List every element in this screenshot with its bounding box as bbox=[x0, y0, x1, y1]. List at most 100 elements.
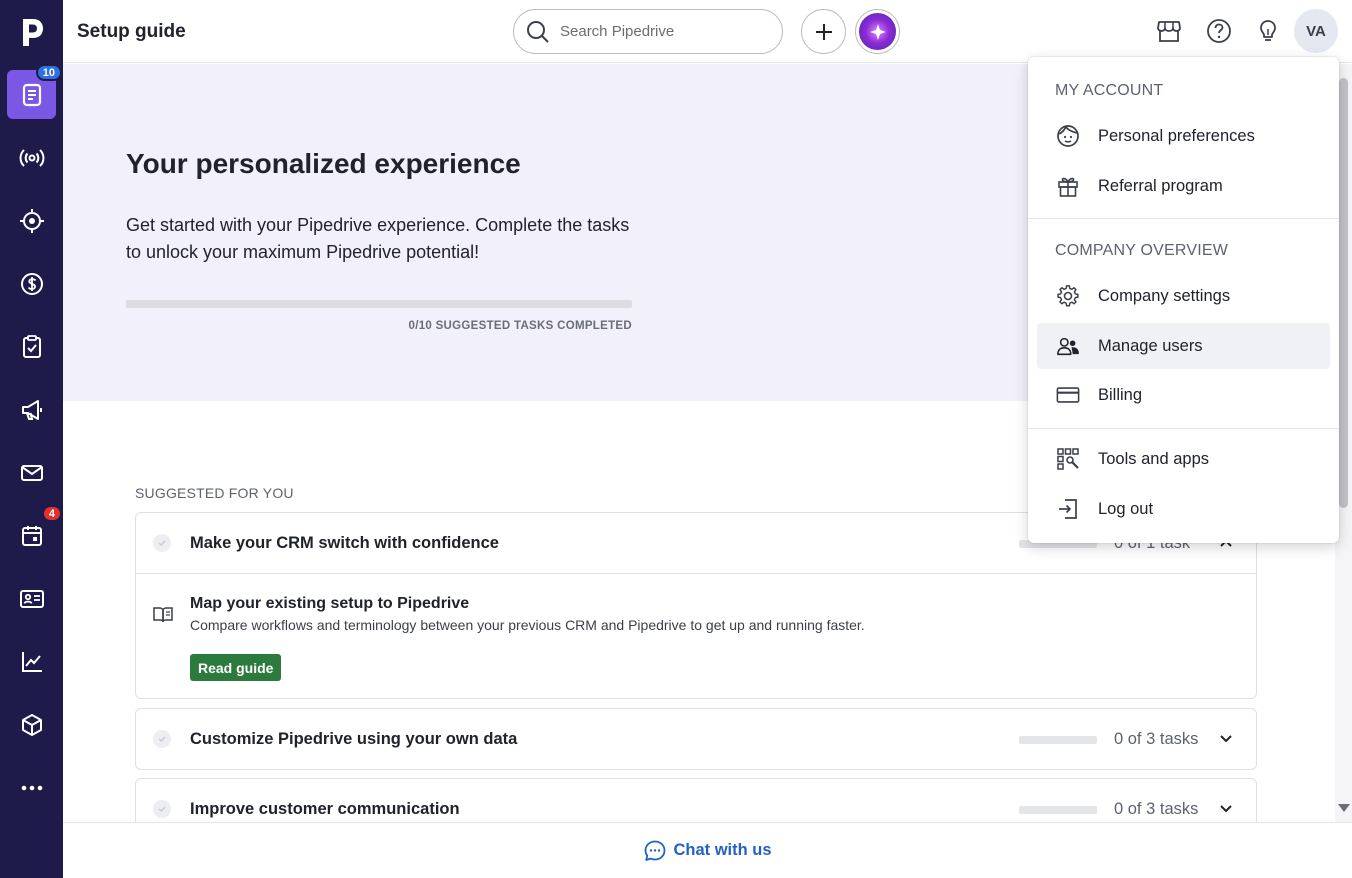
sidebar-item-campaigns[interactable] bbox=[7, 385, 56, 434]
sidebar: 10 4 bbox=[0, 0, 63, 878]
menu-item-label: Tools and apps bbox=[1098, 449, 1209, 468]
chevron-down-icon[interactable] bbox=[1218, 801, 1234, 817]
sidebar-item-leads[interactable] bbox=[7, 133, 56, 182]
user-face-icon bbox=[1056, 124, 1080, 148]
task-group-title: Customize Pipedrive using your own data bbox=[190, 729, 518, 748]
scrollbar-thumb[interactable] bbox=[1339, 78, 1348, 508]
sidebar-item-contacts[interactable] bbox=[7, 574, 56, 623]
account-dropdown-menu: MY ACCOUNT Personal preferences Referral… bbox=[1028, 57, 1339, 543]
plus-icon bbox=[815, 23, 832, 40]
read-guide-button[interactable]: Read guide bbox=[190, 654, 282, 681]
lightbulb-icon bbox=[1260, 20, 1276, 41]
menu-item-log-out[interactable]: Log out bbox=[1037, 486, 1330, 532]
users-icon bbox=[1056, 334, 1080, 358]
menu-item-label: Personal preferences bbox=[1098, 126, 1255, 145]
task-group-title: Improve customer communication bbox=[190, 799, 460, 818]
overall-progress-label: 0/10 SUGGESTED TASKS COMPLETED bbox=[408, 320, 632, 332]
sidebar-item-setup-guide[interactable]: 10 bbox=[7, 64, 62, 119]
menu-item-tools-and-apps[interactable]: Tools and apps bbox=[1037, 436, 1330, 482]
check-circle-icon bbox=[153, 800, 171, 818]
menu-item-personal-preferences[interactable]: Personal preferences bbox=[1037, 113, 1330, 159]
chat-with-us-link[interactable]: Chat with us bbox=[643, 839, 772, 863]
menu-item-label: Manage users bbox=[1098, 336, 1203, 355]
help-icon bbox=[1207, 19, 1231, 43]
mail-icon bbox=[20, 464, 43, 481]
calendar-icon bbox=[21, 525, 42, 546]
clipboard-check-icon bbox=[22, 334, 41, 358]
sidebar-item-deals[interactable] bbox=[7, 259, 56, 308]
book-open-icon bbox=[153, 607, 173, 623]
box-icon bbox=[21, 713, 42, 736]
task-group-count: 0 of 3 tasks bbox=[1114, 729, 1199, 748]
suggested-section-label: SUGGESTED FOR YOU bbox=[135, 485, 294, 501]
scroll-down-arrow-icon[interactable] bbox=[1338, 804, 1350, 812]
quick-add-button[interactable] bbox=[801, 9, 846, 54]
menu-item-company-settings[interactable]: Company settings bbox=[1037, 273, 1330, 319]
calendar-badge: 4 bbox=[41, 505, 62, 522]
credit-card-icon bbox=[1056, 383, 1080, 407]
menu-item-billing[interactable]: Billing bbox=[1037, 372, 1330, 418]
menu-heading-company-overview: COMPANY OVERVIEW bbox=[1055, 242, 1229, 259]
gift-icon bbox=[1056, 174, 1080, 198]
task-group-progress bbox=[1019, 736, 1097, 744]
setup-guide-badge: 10 bbox=[35, 64, 62, 81]
page-title: Setup guide bbox=[77, 21, 186, 42]
hero-description: Get started with your Pipedrive experien… bbox=[126, 215, 630, 262]
store-icon bbox=[1157, 21, 1181, 42]
tools-grid-icon bbox=[1056, 447, 1080, 471]
sidebar-item-calendar[interactable]: 4 bbox=[7, 505, 62, 560]
chevron-down-icon[interactable] bbox=[1218, 731, 1234, 747]
search-input[interactable] bbox=[560, 23, 760, 40]
marketplace-button[interactable] bbox=[1154, 16, 1184, 46]
menu-divider bbox=[1028, 218, 1339, 219]
sidebar-item-activities[interactable] bbox=[7, 322, 56, 371]
dollar-icon bbox=[20, 272, 43, 295]
task-group-count: 0 of 3 tasks bbox=[1114, 799, 1199, 818]
hero-title: Your personalized experience bbox=[126, 148, 521, 179]
sidebar-item-more[interactable] bbox=[7, 763, 56, 812]
menu-item-label: Log out bbox=[1098, 499, 1154, 518]
help-button[interactable] bbox=[1204, 16, 1234, 46]
chart-icon bbox=[21, 651, 42, 672]
tips-button[interactable] bbox=[1253, 16, 1283, 46]
search-icon bbox=[527, 20, 549, 43]
task-group-title: Make your CRM switch with confidence bbox=[190, 533, 499, 552]
contact-card-icon bbox=[19, 589, 44, 608]
chat-label: Chat with us bbox=[673, 841, 772, 859]
target-icon bbox=[19, 208, 44, 233]
task-group-progress bbox=[1019, 806, 1097, 814]
pipedrive-logo-icon bbox=[22, 18, 43, 46]
sidebar-item-target[interactable] bbox=[7, 196, 56, 245]
document-list-icon bbox=[22, 83, 41, 106]
ai-assistant-button[interactable] bbox=[855, 9, 900, 54]
menu-item-manage-users[interactable]: Manage users bbox=[1037, 323, 1330, 369]
menu-divider bbox=[1028, 428, 1339, 429]
task-item-description: Compare workflows and terminology betwee… bbox=[190, 617, 865, 633]
menu-item-label: Billing bbox=[1098, 385, 1143, 404]
sidebar-item-mail[interactable] bbox=[7, 448, 56, 497]
sidebar-item-products[interactable] bbox=[7, 700, 56, 749]
gear-icon bbox=[1056, 284, 1080, 308]
menu-item-label: Company settings bbox=[1098, 286, 1231, 305]
task-group-card: Customize Pipedrive using your own data … bbox=[135, 708, 1257, 770]
broadcast-icon bbox=[19, 148, 44, 167]
more-icon bbox=[21, 785, 42, 790]
menu-heading-my-account: MY ACCOUNT bbox=[1055, 82, 1164, 99]
task-item-title: Map your existing setup to Pipedrive bbox=[190, 595, 470, 612]
ai-sparkle-icon bbox=[859, 13, 896, 50]
megaphone-icon bbox=[21, 399, 42, 420]
overall-progress-bar bbox=[126, 300, 632, 308]
user-avatar[interactable]: VA bbox=[1294, 9, 1338, 53]
check-circle-icon bbox=[153, 534, 171, 552]
log-out-icon bbox=[1056, 497, 1080, 521]
task-group-header[interactable]: Customize Pipedrive using your own data … bbox=[136, 709, 1256, 769]
pipedrive-logo[interactable] bbox=[0, 0, 63, 63]
menu-item-label: Referral program bbox=[1098, 176, 1223, 195]
search-box[interactable] bbox=[513, 9, 783, 54]
sidebar-item-insights[interactable] bbox=[7, 637, 56, 686]
menu-item-referral-program[interactable]: Referral program bbox=[1037, 163, 1330, 209]
chat-bubble-icon bbox=[645, 840, 666, 861]
chat-footer: Chat with us bbox=[63, 822, 1352, 878]
task-item: Map your existing setup to Pipedrive Com… bbox=[136, 573, 1256, 698]
check-circle-icon bbox=[153, 730, 171, 748]
